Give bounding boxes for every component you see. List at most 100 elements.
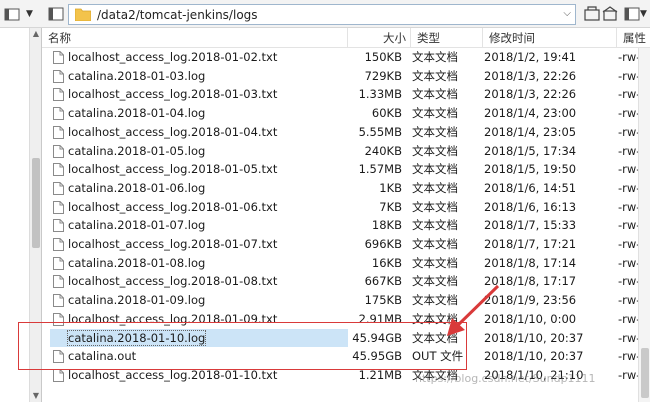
file-row[interactable]: localhost_access_log.2018-01-06.txt 7KB 文本… — [42, 198, 638, 217]
file-name: catalina.2018-01-08.log — [68, 255, 206, 270]
file-attr: -rw-r — [618, 143, 638, 158]
file-size: 45.94GB — [352, 330, 402, 345]
file-row[interactable]: localhost_access_log.2018-01-08.txt 667KB… — [42, 272, 638, 291]
file-size: 1.21MB — [358, 367, 402, 382]
chevron-down-icon[interactable]: ⌵ — [563, 8, 571, 19]
file-row[interactable]: catalina.2018-01-03.log 729KB 文本文档 2018/1/3… — [42, 67, 638, 86]
file-row[interactable]: catalina.out 45.95GB OUT 文件 2018/1/10, 20:3… — [42, 347, 638, 366]
file-type: 文本文档 — [412, 162, 458, 177]
file-type: 文本文档 — [412, 293, 458, 308]
file-date: 2018/1/2, 19:41 — [484, 50, 577, 64]
column-attr[interactable]: 属性 — [617, 28, 650, 48]
vertical-scrollbar[interactable] — [638, 48, 650, 402]
watermark: https://blog.csdn.net/Sundp1111 — [415, 372, 596, 385]
file-row[interactable]: catalina.2018-01-08.log 16KB 文本文档 2018/1/8,… — [42, 254, 638, 273]
file-attr: -rw-r — [618, 50, 638, 64]
file-date: 2018/1/7, 15:33 — [484, 218, 577, 233]
file-row[interactable]: localhost_access_log.2018-01-09.txt 2.91M… — [42, 310, 638, 329]
file-type: 文本文档 — [412, 50, 458, 64]
file-size: 60KB — [371, 106, 402, 121]
column-size[interactable]: 大小 — [348, 28, 411, 48]
file-attr: -rw-r — [618, 68, 638, 83]
file-name: localhost_access_log.2018-01-10.txt — [68, 367, 278, 382]
scroll-up-icon[interactable]: ▲ — [31, 28, 41, 40]
file-size: 5.55MB — [358, 124, 402, 139]
file-type: 文本文档 — [412, 68, 458, 83]
file-name: catalina.2018-01-05.log — [68, 143, 206, 158]
file-row[interactable]: localhost_access_log.2018-01-05.txt 1.57M… — [42, 160, 638, 179]
file-size: 240KB — [364, 143, 402, 158]
file-date: 2018/1/3, 22:26 — [484, 87, 577, 102]
file-attr: -rw-r — [618, 255, 638, 270]
file-row[interactable]: localhost_access_log.2018-01-02.txt 150KB… — [42, 48, 638, 67]
file-size: 18KB — [371, 218, 402, 233]
file-attr: -rw-r — [618, 330, 638, 345]
file-type: 文本文档 — [412, 143, 458, 158]
file-date: 2018/1/10, 20:37 — [484, 330, 584, 345]
file-date: 2018/1/5, 19:50 — [484, 162, 577, 177]
file-row[interactable]: catalina.2018-01-04.log 60KB 文本文档 2018/1/4,… — [42, 104, 638, 123]
file-size: 16KB — [371, 255, 402, 270]
file-pane: /data2/tomcat-jenkins/logs ⌵ ▼ 名称 大小 类型 … — [42, 0, 650, 402]
file-date: 2018/1/6, 16:13 — [484, 199, 577, 214]
file-date: 2018/1/3, 22:26 — [484, 68, 577, 83]
left-scrollbar[interactable]: ▲ ▼ — [29, 28, 41, 402]
file-type: 文本文档 — [412, 274, 458, 289]
column-type[interactable]: 类型 — [411, 28, 483, 48]
file-row[interactable]: catalina.2018-01-06.log 1KB 文本文档 2018/1/6, … — [42, 179, 638, 198]
file-attr: -rw-r — [618, 274, 638, 289]
address-path: /data2/tomcat-jenkins/logs — [97, 8, 258, 22]
file-name: localhost_access_log.2018-01-02.txt — [68, 50, 278, 64]
file-attr: -rw-r — [618, 218, 638, 233]
file-name: localhost_access_log.2018-01-08.txt — [68, 274, 278, 289]
file-size: 667KB — [364, 274, 402, 289]
file-attr: -rw-r — [618, 311, 638, 326]
home-icon[interactable] — [602, 6, 618, 22]
left-scroll-thumb[interactable] — [32, 158, 40, 248]
file-name: catalina.2018-01-07.log — [68, 218, 206, 233]
file-row[interactable]: catalina.2018-01-10.log 45.94GB 文本文档 2018/1… — [42, 328, 638, 348]
file-date: 2018/1/10, 0:00 — [484, 311, 577, 326]
file-type: 文本文档 — [412, 237, 458, 251]
file-date: 2018/1/6, 14:51 — [484, 180, 577, 195]
panel-icon[interactable] — [624, 6, 640, 22]
file-row[interactable]: localhost_access_log.2018-01-03.txt 1.33M… — [42, 85, 638, 104]
file-row[interactable]: localhost_access_log.2018-01-04.txt 5.55M… — [42, 123, 638, 142]
file-name: localhost_access_log.2018-01-06.txt — [68, 199, 278, 214]
file-name: catalina.2018-01-04.log — [68, 106, 206, 121]
file-attr: -rw-r — [618, 106, 638, 121]
file-type: 文本文档 — [412, 311, 458, 326]
scroll-down-icon[interactable]: ▼ — [31, 390, 41, 402]
dropdown-icon[interactable]: ▼ — [26, 6, 42, 22]
file-date: 2018/1/8, 17:17 — [484, 274, 577, 289]
dropdown-icon[interactable]: ▼ — [640, 6, 650, 22]
file-attr: -rw-r — [618, 367, 638, 382]
scroll-thumb[interactable] — [641, 348, 649, 398]
file-size: 2.91MB — [358, 311, 402, 326]
file-row[interactable]: localhost_access_log.2018-01-07.txt 696KB… — [42, 235, 638, 254]
file-size: 1.57MB — [358, 162, 402, 177]
panel-icon[interactable] — [48, 6, 64, 22]
address-bar[interactable]: /data2/tomcat-jenkins/logs ⌵ — [68, 4, 576, 25]
file-name: catalina.2018-01-10.log — [50, 328, 348, 348]
folder-icon[interactable] — [4, 6, 20, 22]
file-name: catalina.2018-01-03.log — [68, 68, 206, 83]
file-attr: -rw-r — [618, 124, 638, 139]
column-date[interactable]: 修改时间 — [483, 28, 617, 48]
file-size: 1KB — [379, 180, 402, 195]
file-name: localhost_access_log.2018-01-04.txt — [68, 124, 278, 139]
file-size: 150KB — [364, 50, 402, 64]
file-attr: -rw-r — [618, 293, 638, 308]
file-date: 2018/1/5, 17:34 — [484, 143, 577, 158]
file-date: 2018/1/4, 23:00 — [484, 106, 577, 121]
file-date: 2018/1/10, 20:37 — [484, 349, 584, 364]
file-row[interactable]: catalina.2018-01-05.log 240KB 文本文档 2018/1/5… — [42, 142, 638, 161]
file-attr: -rw-r — [618, 162, 638, 177]
file-row[interactable]: catalina.2018-01-09.log 175KB 文本文档 2018/1/9… — [42, 291, 638, 310]
file-row[interactable]: catalina.2018-01-07.log 18KB 文本文档 2018/1/7,… — [42, 216, 638, 235]
file-type: 文本文档 — [412, 255, 458, 270]
refresh-icon[interactable] — [584, 6, 600, 22]
column-name[interactable]: 名称 — [42, 28, 348, 48]
file-type: 文本文档 — [412, 180, 458, 195]
file-size: 7KB — [379, 199, 402, 214]
